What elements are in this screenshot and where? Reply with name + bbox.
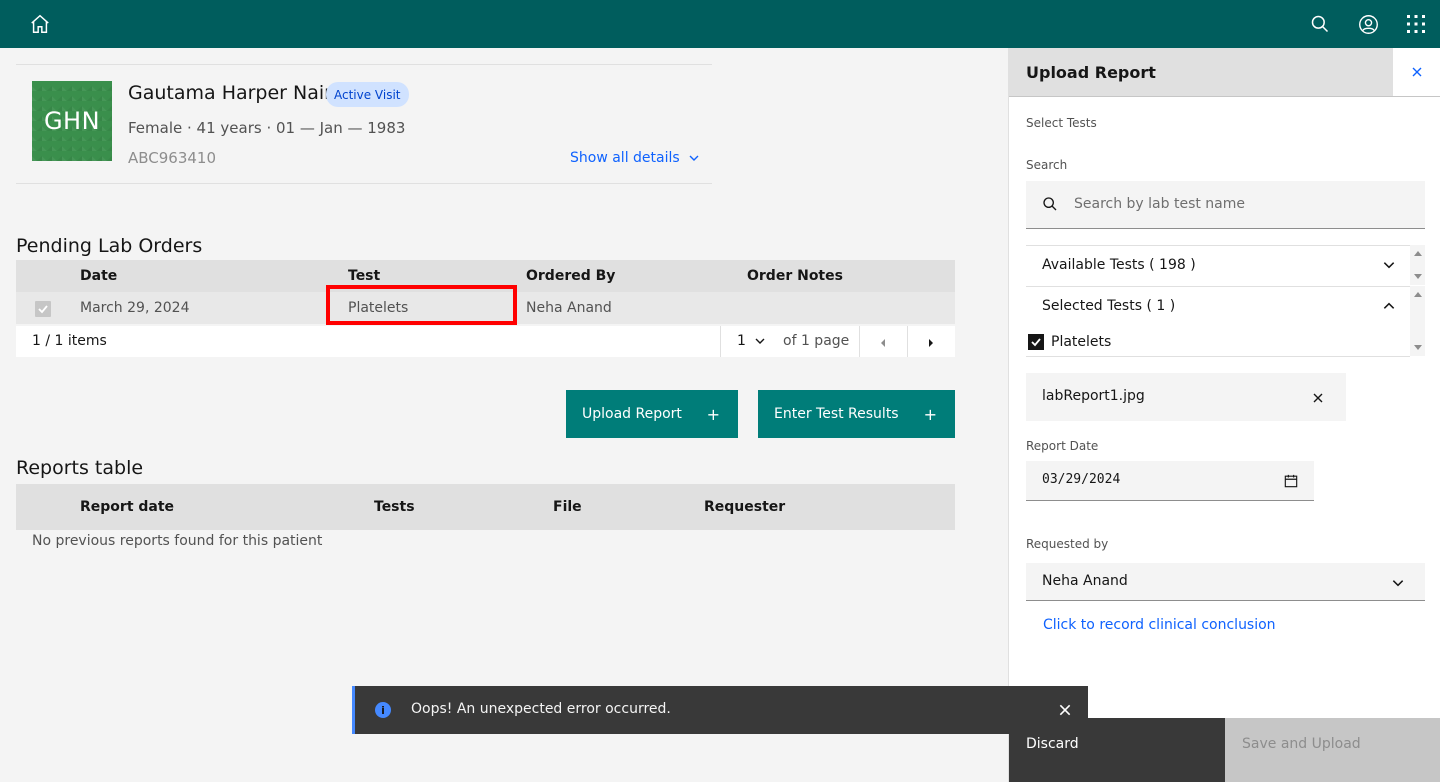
- search-label: Search: [1026, 158, 1068, 172]
- divider: [16, 64, 712, 65]
- close-icon: [1313, 393, 1323, 403]
- patient-demographics: Female · 41 years · 01 — Jan — 1983: [128, 119, 406, 137]
- divider: [1009, 96, 1440, 97]
- column-header-ordered-by[interactable]: Ordered By: [526, 268, 615, 284]
- save-and-upload-button[interactable]: Save and Upload: [1225, 718, 1440, 782]
- requested-by-value: Neha Anand: [1042, 573, 1128, 589]
- requested-by-select[interactable]: Neha Anand: [1026, 563, 1425, 601]
- pagination-items-count: 1 / 1 items: [32, 333, 107, 349]
- test-checkbox-label: Platelets: [1051, 334, 1112, 350]
- available-tests-scrollbar[interactable]: [1410, 245, 1425, 285]
- order-date: March 29, 2024: [80, 300, 190, 316]
- page-select[interactable]: 1: [737, 333, 766, 349]
- divider: [859, 326, 860, 357]
- pending-lab-orders-title: Pending Lab Orders: [16, 235, 203, 257]
- clinical-conclusion-link[interactable]: Click to record clinical conclusion: [1043, 617, 1276, 633]
- panel-header: Upload Report: [1009, 48, 1393, 96]
- selected-test-item[interactable]: Platelets: [1026, 333, 1410, 357]
- close-icon: [1412, 67, 1422, 77]
- column-header-test[interactable]: Test: [348, 268, 380, 284]
- active-visit-tag: Active Visit: [326, 82, 409, 107]
- patient-avatar: GHN: [32, 81, 112, 161]
- chevron-up-icon: [1383, 302, 1395, 309]
- show-all-details-label: Show all details: [570, 150, 680, 166]
- report-date-input[interactable]: 03/29/2024: [1026, 461, 1314, 501]
- test-checkbox[interactable]: [1028, 334, 1044, 350]
- enter-test-results-label: Enter Test Results: [774, 406, 899, 422]
- divider: [907, 326, 908, 357]
- upload-report-panel: Upload Report Select Tests Search Search…: [1008, 48, 1440, 782]
- selected-tests-scrollbar[interactable]: [1410, 286, 1425, 356]
- caret-right-icon: [929, 339, 933, 347]
- search-icon[interactable]: [1308, 12, 1332, 36]
- available-tests-accordion[interactable]: Available Tests ( 198 ): [1026, 245, 1410, 286]
- available-tests-label: Available Tests ( 198 ): [1042, 257, 1196, 273]
- user-avatar-icon[interactable]: [1356, 12, 1380, 36]
- show-all-details-link[interactable]: Show all details: [570, 150, 700, 166]
- column-header-requester[interactable]: Requester: [704, 499, 785, 515]
- column-header-tests[interactable]: Tests: [374, 499, 415, 515]
- scroll-down-arrow[interactable]: [1414, 274, 1422, 279]
- uploaded-file-chip: labReport1.jpg: [1026, 373, 1346, 421]
- checkmark-icon: [1031, 338, 1041, 347]
- add-icon: +: [923, 404, 937, 424]
- divider: [16, 183, 712, 184]
- page-total: of 1 page: [783, 333, 850, 349]
- close-icon: [1059, 704, 1071, 716]
- row-select-checkbox[interactable]: [35, 301, 51, 317]
- divider: [720, 326, 721, 357]
- calendar-icon[interactable]: [1284, 473, 1298, 492]
- scroll-down-arrow[interactable]: [1414, 345, 1422, 350]
- upload-report-button[interactable]: Upload Report +: [566, 390, 738, 438]
- upload-report-label: Upload Report: [582, 406, 682, 422]
- enter-test-results-button[interactable]: Enter Test Results +: [758, 390, 955, 438]
- scroll-up-arrow[interactable]: [1414, 251, 1422, 256]
- app-switcher-icon[interactable]: [1404, 12, 1428, 36]
- info-icon: i: [375, 702, 391, 718]
- prev-page-button[interactable]: [879, 336, 887, 352]
- top-header: [0, 0, 1440, 48]
- column-header-file[interactable]: File: [553, 499, 582, 515]
- next-page-button[interactable]: [927, 336, 935, 352]
- report-date-value: 03/29/2024: [1042, 472, 1121, 487]
- order-ordered-by: Neha Anand: [526, 300, 612, 316]
- highlight-box: [326, 285, 517, 325]
- requested-by-label: Requested by: [1026, 537, 1109, 551]
- search-placeholder: Search by lab test name: [1074, 196, 1246, 212]
- patient-identifier: ABC963410: [128, 149, 217, 167]
- chevron-down-icon: [755, 338, 765, 344]
- page-select-value: 1: [737, 333, 746, 349]
- column-header-date[interactable]: Date: [80, 268, 117, 284]
- toast-message: Oops! An unexpected error occurred.: [411, 701, 671, 717]
- chevron-down-icon: [689, 155, 699, 161]
- select-tests-label: Select Tests: [1026, 116, 1097, 130]
- add-icon: +: [706, 404, 720, 424]
- uploaded-file-name: labReport1.jpg: [1042, 388, 1145, 404]
- reports-empty-message: No previous reports found for this patie…: [32, 533, 323, 549]
- error-toast-notification: i Oops! An unexpected error occurred.: [352, 686, 1088, 734]
- report-date-label: Report Date: [1026, 439, 1099, 453]
- pagination-bar: 1 / 1 items 1 of 1 page: [16, 326, 955, 357]
- reports-table-title: Reports table: [16, 457, 144, 479]
- checkmark-icon: [38, 305, 48, 314]
- chevron-down-icon: [1383, 262, 1395, 269]
- lab-test-search-input[interactable]: Search by lab test name: [1026, 181, 1425, 229]
- main-content: GHN Gautama Harper Nair Active Visit Fem…: [0, 48, 1008, 782]
- search-icon: [1042, 196, 1058, 216]
- column-header-order-notes[interactable]: Order Notes: [747, 268, 843, 284]
- remove-file-button[interactable]: [1312, 389, 1324, 408]
- chevron-down-icon: [1392, 580, 1404, 587]
- close-toast-button[interactable]: [1058, 702, 1072, 721]
- selected-tests-accordion[interactable]: Selected Tests ( 1 ): [1026, 286, 1410, 327]
- patient-name: Gautama Harper Nair: [128, 82, 332, 104]
- reports-table-header: Report date Tests File Requester: [16, 484, 955, 530]
- panel-title: Upload Report: [1026, 63, 1156, 82]
- close-panel-button[interactable]: [1393, 48, 1440, 96]
- scroll-up-arrow[interactable]: [1414, 292, 1422, 297]
- caret-left-icon: [881, 339, 885, 347]
- column-header-report-date[interactable]: Report date: [80, 499, 174, 515]
- selected-tests-label: Selected Tests ( 1 ): [1042, 298, 1176, 314]
- home-icon[interactable]: [28, 12, 52, 36]
- divider: [1026, 356, 1410, 357]
